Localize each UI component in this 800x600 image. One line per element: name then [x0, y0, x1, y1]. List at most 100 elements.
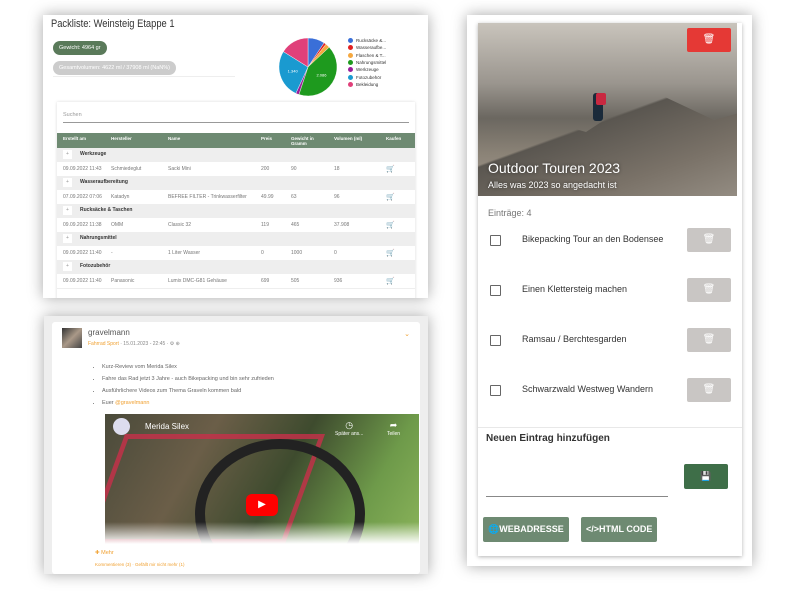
- table-cell: Classic 32: [162, 217, 255, 233]
- play-button[interactable]: ▶: [246, 494, 278, 516]
- cart-icon[interactable]: 🛒: [386, 222, 395, 229]
- column-header[interactable]: Gewicht in Gramm: [285, 133, 328, 148]
- chevron-down-icon[interactable]: ⌄: [404, 330, 410, 338]
- todo-checkbox[interactable]: [490, 285, 501, 296]
- packlist-panel: Packliste: Weinsteig Etappe 1 Gewicht: 4…: [43, 15, 428, 298]
- hero-image: Outdoor Touren 2023 Alles was 2023 so an…: [478, 23, 737, 196]
- group-row[interactable]: + Nahrungsmittel: [57, 232, 415, 246]
- delete-list-button[interactable]: 🗑: [687, 28, 731, 52]
- cart-icon[interactable]: 🛒: [386, 250, 395, 257]
- column-header[interactable]: Name: [162, 133, 255, 148]
- more-link[interactable]: ✚ Mehr: [95, 550, 114, 556]
- table-cell: Panasonic: [105, 273, 162, 289]
- column-header[interactable]: Preis: [255, 133, 285, 148]
- legend-label: Fotozubehör: [356, 74, 382, 80]
- column-header[interactable]: Kaufen: [380, 133, 415, 148]
- delete-item-button[interactable]: 🗑: [687, 378, 731, 402]
- pie-chart: 1.340 2.086: [278, 37, 338, 97]
- table-cell: 699: [255, 273, 285, 289]
- group-row[interactable]: + Fotozubehör: [57, 260, 415, 274]
- todo-item: Einen Klettersteig machen 🗑: [490, 278, 735, 302]
- watch-later-button[interactable]: ◷ Später ans...: [335, 420, 363, 437]
- legend-item[interactable]: Nahrungsmittel: [348, 59, 386, 66]
- post-date: · 15.01.2023 - 22:45 · ⚙ ⊕: [118, 341, 180, 347]
- todo-item: Schwarzwald Westweg Wandern 🗑: [490, 378, 735, 402]
- bullet-item: Ausführlichere Videos zum Thema Graveln …: [102, 388, 274, 400]
- legend-item[interactable]: Flaschen & T...: [348, 52, 386, 59]
- save-button[interactable]: 💾: [684, 464, 728, 489]
- table-cell: 09.09.2022 11:43: [57, 161, 105, 177]
- html-code-button[interactable]: </>HTML CODE: [581, 517, 658, 542]
- table-cell: 63: [285, 189, 328, 205]
- table-cell: Katadyn: [105, 189, 162, 205]
- legend-item[interactable]: Fotozubehör: [348, 73, 386, 80]
- plus-icon[interactable]: +: [63, 149, 72, 159]
- group-row[interactable]: + Wasseraufbereitung: [57, 176, 415, 190]
- column-header[interactable]: Hersteller: [105, 133, 162, 148]
- floppy-disk-icon: 💾: [700, 471, 712, 481]
- cart-icon[interactable]: 🛒: [386, 166, 395, 173]
- legend-swatch: [348, 60, 353, 66]
- cart-icon[interactable]: 🛒: [386, 278, 395, 285]
- list-title: Outdoor Touren 2023: [488, 160, 621, 176]
- table-cell: 119: [255, 217, 285, 233]
- slice-label: 2.086: [316, 73, 327, 78]
- post-actions: Kommentieren (3) · Gefällt mir nicht meh…: [95, 562, 185, 567]
- legend-swatch: [348, 38, 353, 44]
- legend-swatch: [348, 52, 353, 58]
- column-header[interactable]: Erstellt am: [57, 133, 105, 148]
- todo-checkbox[interactable]: [490, 235, 501, 246]
- avatar[interactable]: [62, 328, 82, 348]
- legend-item[interactable]: Rucksäcke &...: [348, 37, 386, 44]
- table-cell: 505: [285, 273, 328, 289]
- plus-icon[interactable]: +: [63, 206, 72, 215]
- table-cell: 96: [328, 189, 380, 205]
- user-mention-link[interactable]: @gravelmann: [115, 400, 149, 406]
- post-category-link[interactable]: Fahrrad Sport: [88, 341, 119, 347]
- legend-item[interactable]: Wasseraufbe...: [348, 44, 386, 51]
- delete-item-button[interactable]: 🗑: [687, 328, 731, 352]
- plus-icon[interactable]: +: [63, 262, 72, 271]
- volume-badge: Gesamtvolumen: 4622 ml / 37908 ml (NaN%): [53, 61, 176, 75]
- plus-icon[interactable]: +: [63, 234, 72, 243]
- legend-item[interactable]: Bekleidung: [348, 81, 386, 88]
- search-input[interactable]: Suchen: [63, 109, 409, 123]
- channel-logo[interactable]: [113, 418, 130, 435]
- todo-label: Einen Klettersteig machen: [522, 284, 628, 294]
- buy-cell: 🛒: [380, 217, 415, 233]
- plus-icon[interactable]: +: [63, 178, 72, 187]
- todo-checkbox[interactable]: [490, 335, 501, 346]
- legend-swatch: [348, 81, 353, 87]
- post-bullets: Kurz-Review vom Merida Silex Fahre das R…: [102, 364, 274, 412]
- table-cell: 09.09.2022 11:40: [57, 273, 105, 289]
- cart-icon[interactable]: 🛒: [386, 194, 395, 201]
- table-cell: 1000: [285, 245, 328, 261]
- delete-item-button[interactable]: 🗑: [687, 278, 731, 302]
- webadresse-button[interactable]: 🌐WEBADRESSE: [483, 517, 569, 542]
- youtube-video[interactable]: Merida Silex ◷ Später ans... ➦ Teilen ▶: [105, 414, 419, 544]
- legend-label: Rucksäcke &...: [356, 38, 387, 44]
- legend-item[interactable]: Werkzeuge: [348, 66, 386, 73]
- post-username[interactable]: gravelmann: [88, 328, 130, 337]
- todo-checkbox[interactable]: [490, 385, 501, 396]
- share-button[interactable]: ➦ Teilen: [387, 420, 400, 437]
- delete-item-button[interactable]: 🗑: [687, 228, 731, 252]
- table-row: 09.09.2022 11:38 OMM Classic 32 119 465 37.90…: [57, 217, 415, 233]
- trash-icon: 🗑: [702, 234, 716, 245]
- comment-link[interactable]: Kommentieren (3): [95, 562, 131, 567]
- dislike-link[interactable]: Gefällt mir nicht mehr (1): [135, 562, 185, 567]
- video-title[interactable]: Merida Silex: [145, 422, 189, 431]
- group-row[interactable]: + Rucksäcke & Taschen: [57, 204, 415, 218]
- todo-label: Ramsau / Berchtesgarden: [522, 334, 627, 344]
- legend-swatch: [348, 45, 353, 51]
- watch-later-label: Später ans...: [335, 431, 364, 437]
- new-entry-input[interactable]: [486, 471, 668, 497]
- table-row: 09.09.2022 11:40-1 Liter Wasser 0 1000 0 🛒: [57, 245, 415, 261]
- group-row[interactable]: + Werkzeuge: [57, 148, 415, 162]
- table-cell: OMM: [105, 217, 162, 233]
- column-header[interactable]: Volumen (ml): [328, 133, 380, 148]
- todo-item: Ramsau / Berchtesgarden 🗑: [490, 328, 735, 352]
- group-name: Werkzeuge: [80, 150, 107, 157]
- table-row: 07.09.2022 07:06 Katadyn BEFREE FILTER - T…: [57, 189, 415, 205]
- trash-icon: 🗑: [702, 384, 716, 395]
